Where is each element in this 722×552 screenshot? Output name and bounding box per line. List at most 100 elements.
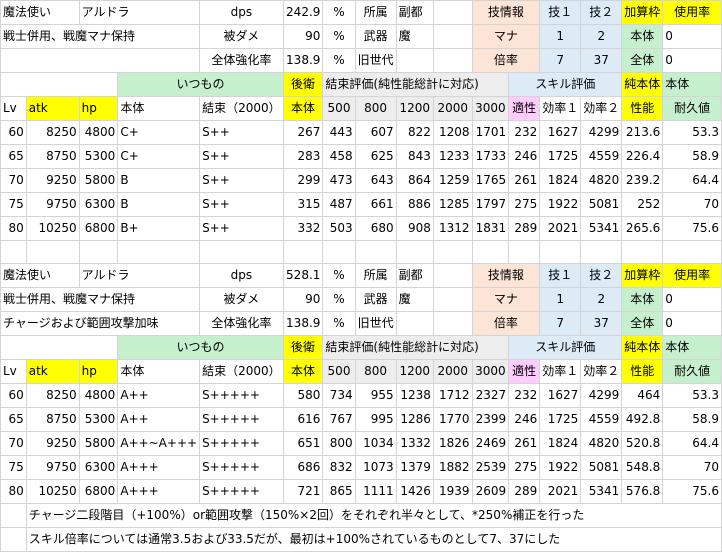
column-header-cell[interactable]: 本体 xyxy=(117,359,201,384)
column-header-cell[interactable]: 適性 xyxy=(508,359,541,384)
column-header-cell[interactable]: hp xyxy=(78,359,119,384)
empty-cell[interactable] xyxy=(621,240,664,264)
data-cell[interactable]: 4820 xyxy=(580,168,623,193)
attr-label-cell[interactable]: 武器 xyxy=(354,24,397,49)
empty-cell[interactable] xyxy=(432,24,473,49)
unit-cell[interactable]: % xyxy=(322,287,356,312)
attr-label-cell[interactable]: 旧世代 xyxy=(354,48,397,73)
usage-cell[interactable]: 0 xyxy=(662,311,722,336)
column-header-cell[interactable]: 耐久値 xyxy=(662,96,722,121)
data-cell[interactable]: 2399 xyxy=(471,407,510,432)
data-cell[interactable]: 5081 xyxy=(580,455,623,480)
data-cell[interactable]: B+ xyxy=(117,216,201,241)
unit-cell[interactable]: % xyxy=(322,263,356,288)
data-cell[interactable]: 75.6 xyxy=(662,479,722,504)
attr-value-cell[interactable] xyxy=(395,311,434,336)
data-cell[interactable]: 580 xyxy=(282,383,324,408)
data-cell[interactable]: 4800 xyxy=(78,120,119,145)
data-cell[interactable]: 864 xyxy=(395,168,434,193)
data-cell[interactable]: 1824 xyxy=(539,431,582,456)
usage-cell[interactable]: 0 xyxy=(662,287,722,312)
data-cell[interactable]: 5800 xyxy=(78,431,119,456)
data-cell[interactable]: 10250 xyxy=(25,216,80,241)
column-header-cell[interactable]: atk xyxy=(25,359,80,384)
data-cell[interactable]: 6800 xyxy=(78,216,119,241)
data-cell[interactable]: 275 xyxy=(508,455,541,480)
slot-cell[interactable]: 全体 xyxy=(621,48,664,73)
data-cell[interactable]: S++ xyxy=(199,216,284,241)
slot-cell[interactable]: 加算枠 xyxy=(621,263,664,288)
column-header-cell[interactable]: 本体 xyxy=(282,96,324,121)
data-cell[interactable]: 75 xyxy=(0,192,27,217)
usage-cell[interactable]: 使用率 xyxy=(662,263,722,288)
data-cell[interactable]: 1208 xyxy=(432,120,473,145)
data-cell[interactable]: 4299 xyxy=(580,120,623,145)
data-cell[interactable]: 908 xyxy=(395,216,434,241)
data-cell[interactable]: 473 xyxy=(322,168,356,193)
column-header-cell[interactable]: atk xyxy=(25,96,80,121)
empty-cell[interactable] xyxy=(508,240,541,264)
skill2-cell[interactable]: 2 xyxy=(580,287,623,312)
character-name-cell[interactable]: アルドラ xyxy=(78,263,201,288)
column-header-cell[interactable]: 800 xyxy=(354,96,397,121)
data-cell[interactable]: S+++++ xyxy=(199,455,284,480)
data-cell[interactable]: 64.4 xyxy=(662,431,722,456)
data-cell[interactable]: 1259 xyxy=(432,168,473,193)
bond-eval-section-cell[interactable]: 結束評価(純性能総計に対応) xyxy=(322,72,510,97)
data-cell[interactable]: 265.6 xyxy=(621,216,664,241)
skill-eval-section-cell[interactable]: スキル評価 xyxy=(508,72,623,97)
stat-value-cell[interactable]: 90 xyxy=(282,24,324,49)
data-cell[interactable]: 1426 xyxy=(395,479,434,504)
data-cell[interactable]: 246 xyxy=(508,144,541,169)
data-cell[interactable]: 213.6 xyxy=(621,120,664,145)
data-cell[interactable]: 955 xyxy=(354,383,397,408)
data-cell[interactable]: 843 xyxy=(395,144,434,169)
data-cell[interactable]: 4820 xyxy=(580,431,623,456)
data-cell[interactable]: 58.9 xyxy=(662,407,722,432)
empty-cell[interactable] xyxy=(395,240,434,264)
data-cell[interactable]: 832 xyxy=(322,455,356,480)
attr-label-cell[interactable]: 所属 xyxy=(354,0,397,25)
data-cell[interactable]: 70 xyxy=(0,168,27,193)
data-cell[interactable]: 1765 xyxy=(471,168,510,193)
data-cell[interactable]: 2327 xyxy=(471,383,510,408)
stat-value-cell[interactable]: 528.1 xyxy=(282,263,324,288)
empty-cell[interactable] xyxy=(662,240,722,264)
attr-value-cell[interactable]: 副都 xyxy=(395,0,434,25)
data-cell[interactable]: 8750 xyxy=(25,144,80,169)
data-cell[interactable]: 1285 xyxy=(432,192,473,217)
skill-info-label-cell[interactable]: 倍率 xyxy=(471,48,541,73)
data-cell[interactable]: A+++ xyxy=(117,479,201,504)
empty-cell[interactable] xyxy=(0,72,119,97)
data-cell[interactable]: 315 xyxy=(282,192,324,217)
data-cell[interactable]: S+++++ xyxy=(199,479,284,504)
empty-cell[interactable] xyxy=(354,240,397,264)
data-cell[interactable]: 1332 xyxy=(395,431,434,456)
data-cell[interactable]: 60 xyxy=(0,120,27,145)
data-cell[interactable]: 686 xyxy=(282,455,324,480)
column-header-cell[interactable]: 500 xyxy=(322,359,356,384)
stat-label-cell[interactable]: 被ダメ xyxy=(199,24,284,49)
data-cell[interactable]: 734 xyxy=(322,383,356,408)
empty-cell[interactable] xyxy=(580,240,623,264)
usage-cell[interactable]: 0 xyxy=(662,24,722,49)
rear-section-cell[interactable]: 後衛 xyxy=(282,72,324,97)
empty-cell[interactable] xyxy=(432,263,473,288)
data-cell[interactable]: 5081 xyxy=(580,192,623,217)
data-cell[interactable]: 721 xyxy=(282,479,324,504)
data-cell[interactable]: S++ xyxy=(199,144,284,169)
skill2-cell[interactable]: 2 xyxy=(580,24,623,49)
column-header-cell[interactable]: Lv xyxy=(0,359,27,384)
data-cell[interactable]: 8750 xyxy=(25,407,80,432)
stat-label-cell[interactable]: 全体強化率 xyxy=(199,311,284,336)
stat-value-cell[interactable]: 138.9 xyxy=(282,48,324,73)
data-cell[interactable]: 1238 xyxy=(395,383,434,408)
column-header-cell[interactable]: 結束（2000） xyxy=(199,96,284,121)
empty-cell[interactable] xyxy=(432,311,473,336)
data-cell[interactable]: 548.8 xyxy=(621,455,664,480)
data-cell[interactable]: S++ xyxy=(199,120,284,145)
data-cell[interactable]: 503 xyxy=(322,216,356,241)
attr-value-cell[interactable]: 副都 xyxy=(395,263,434,288)
rear-section-cell[interactable]: 後衛 xyxy=(282,335,324,360)
data-cell[interactable]: 1312 xyxy=(432,216,473,241)
